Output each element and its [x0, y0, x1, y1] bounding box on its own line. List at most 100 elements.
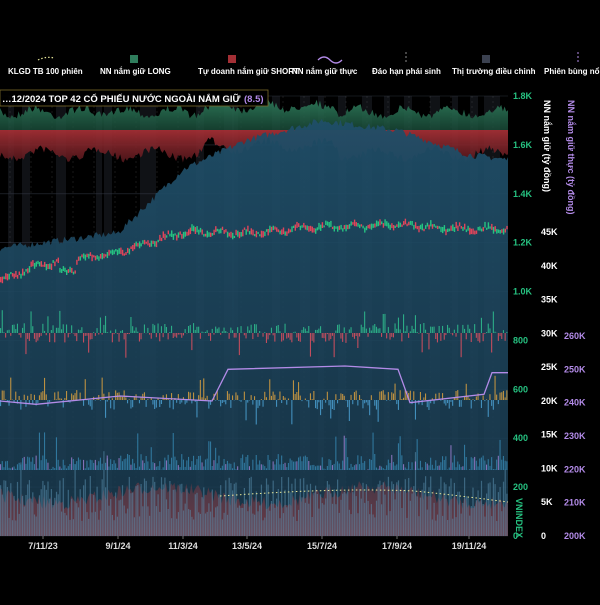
turnover-bar: [252, 460, 253, 470]
flow-bar: [264, 392, 265, 400]
volume-bar: [110, 499, 111, 536]
turnover-bar: [286, 467, 287, 470]
flow-bar: [273, 392, 274, 400]
flow-bar: [335, 394, 336, 400]
turnover-bar: [42, 456, 43, 471]
vnindex-candle: [384, 219, 385, 226]
flow-bar: [345, 400, 346, 401]
vnindex-candle: [395, 226, 396, 228]
flow-bar: [496, 395, 497, 400]
flow-bar: [32, 326, 33, 333]
volume-bar: [152, 477, 153, 536]
vnindex-candle: [139, 241, 140, 248]
vnindex-candle: [300, 226, 301, 231]
flow-bar: [103, 325, 104, 333]
flow-bar: [447, 400, 448, 403]
flow-bar: [190, 325, 191, 333]
turnover-bar: [383, 468, 384, 470]
volume-bar: [14, 496, 15, 536]
turnover-bar: [295, 462, 296, 471]
flow-bar: [200, 333, 201, 339]
vnindex-candle: [108, 250, 109, 256]
volume-bar: [263, 520, 264, 536]
flow-bar: [41, 333, 42, 336]
flow-bar: [390, 333, 391, 340]
flow-bar: [335, 331, 336, 334]
vnindex-candle: [408, 222, 409, 226]
vnindex-candle: [428, 225, 429, 230]
flow-bar: [90, 333, 91, 340]
vnindex-candle: [56, 259, 57, 261]
vnindex-candle: [169, 234, 170, 237]
flow-bar: [386, 400, 387, 401]
volume-bar: [241, 508, 242, 536]
vnindex-tick: 1.2K: [513, 238, 533, 248]
turnover-bar: [330, 460, 331, 470]
vnindex-candle: [9, 274, 10, 280]
flow-bar: [107, 332, 108, 333]
volume-bar: [76, 503, 77, 536]
volume-bar: [108, 506, 109, 536]
vnindex-candle: [141, 243, 142, 246]
flow-bar: [173, 333, 174, 338]
vnindex-candle: [181, 234, 182, 239]
volume-bar: [171, 518, 172, 536]
flow-bar: [147, 328, 148, 333]
flow-bar: [498, 400, 499, 404]
turnover-bar: [198, 456, 199, 470]
flow-bar: [161, 400, 162, 404]
flow-bar: [354, 333, 355, 339]
vnindex-candle: [464, 224, 465, 230]
turnover-bar: [340, 469, 341, 470]
volume-bar: [445, 484, 446, 536]
vnindex-candle: [462, 227, 463, 231]
flow-bar: [310, 393, 311, 400]
vnindex-candle: [417, 226, 418, 229]
vnindex-candle: [10, 272, 11, 274]
flow-bar: [195, 330, 196, 333]
vnindex-candle: [225, 229, 226, 232]
volume-bar: [364, 503, 365, 536]
flow-bar: [97, 328, 98, 333]
vnindex-candle: [359, 225, 360, 229]
flow-bar: [232, 330, 233, 333]
legend-item-expiry: Đáo hạn phái sinh: [372, 52, 441, 76]
volume-bar: [180, 484, 181, 536]
vnindex-tick: 1.8K: [513, 91, 533, 101]
vnindex-candle: [247, 226, 248, 232]
turnover-bar: [474, 457, 475, 470]
flow-bar: [171, 326, 172, 333]
turnover-bar: [241, 458, 242, 470]
volume-bar: [307, 485, 308, 536]
turnover-bar: [342, 461, 343, 470]
turnover-bar: [2, 461, 3, 470]
turnover-bar: [12, 467, 13, 470]
flow-bar: [396, 329, 397, 333]
flow-bar: [401, 333, 402, 341]
flow-bar: [64, 398, 65, 400]
flow-bar: [66, 391, 67, 400]
volume-bar: [68, 490, 69, 536]
flow-bar: [24, 395, 25, 400]
vnindex-candle: [437, 226, 438, 229]
volume-bar: [205, 514, 206, 537]
turnover-bar: [344, 436, 345, 470]
volume-bar: [413, 486, 414, 536]
flow-bar: [290, 333, 291, 340]
volume-bar: [71, 499, 72, 536]
nn-real-axis-title: NN nắm giữ thực (tỷ đồng): [566, 100, 577, 215]
flow-bar: [340, 393, 341, 400]
turnover-bar: [181, 454, 182, 470]
turnover-bar: [174, 457, 175, 470]
turnover-bar: [466, 457, 467, 470]
flow-bar: [298, 382, 299, 400]
turnover-bar: [91, 460, 92, 470]
flow-bar: [5, 333, 6, 338]
turnover-bar: [303, 457, 304, 471]
flow-bar: [9, 400, 10, 406]
legend-label: Đáo hạn phái sinh: [372, 67, 441, 76]
flow-bar: [95, 333, 96, 336]
flow-bar: [393, 333, 394, 337]
volume-bar: [315, 486, 316, 536]
volume-bar: [220, 485, 221, 536]
